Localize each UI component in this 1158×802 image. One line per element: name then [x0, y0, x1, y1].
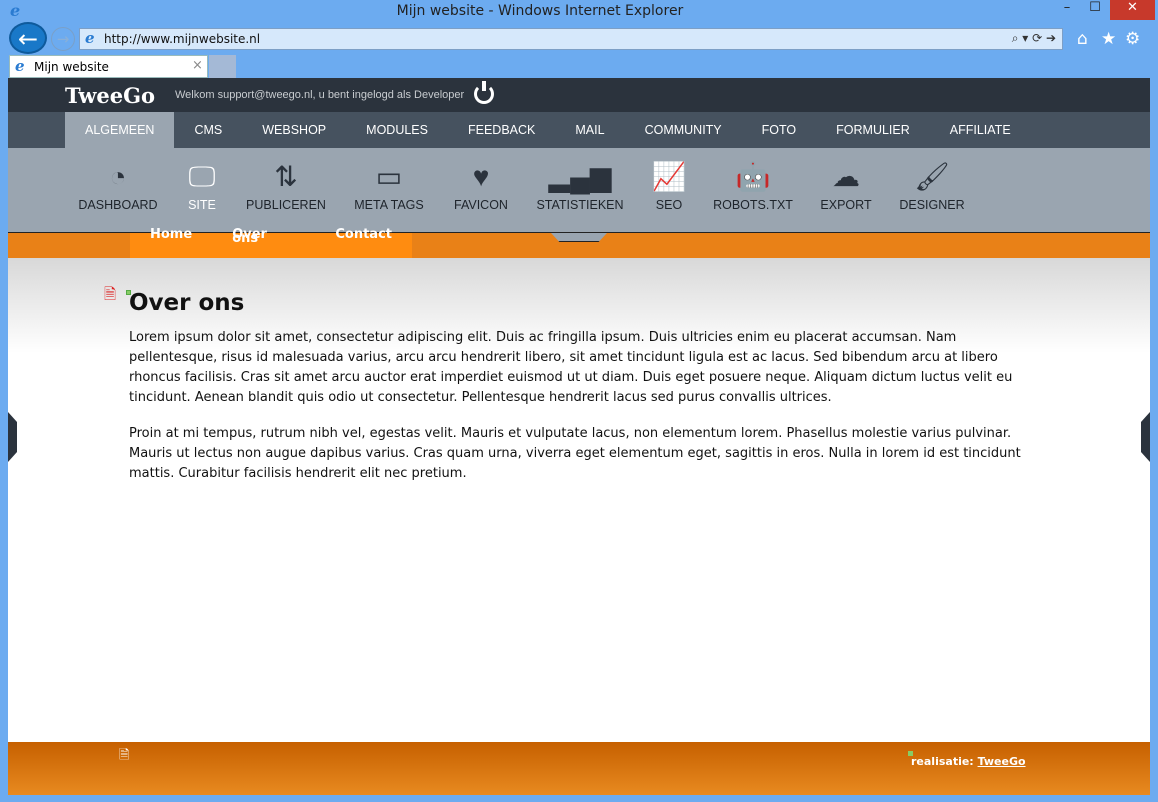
- minimize-button[interactable]: –: [1052, 0, 1082, 20]
- url-input[interactable]: http://www.mijnwebsite.nl: [104, 32, 260, 46]
- settings-gear-icon[interactable]: ⚙: [1125, 29, 1140, 49]
- nav-tab-community[interactable]: COMMUNITY: [625, 112, 742, 148]
- credit: realisatie: TweeGo: [911, 755, 1026, 768]
- up-down-arrows-icon: ⇅: [274, 161, 298, 192]
- footer: 🗎 realisatie: TweeGo: [8, 742, 1150, 795]
- web-page: TweeGo Welkom support@tweego.nl, u bent …: [8, 78, 1150, 795]
- active-tool-caret: [551, 233, 607, 242]
- content-area: 🗎 Over ons Lorem ipsum dolor sit amet, c…: [8, 258, 1150, 742]
- browser-tab[interactable]: e Mijn website ×: [9, 55, 208, 78]
- tweego-logo[interactable]: TweeGo: [65, 83, 155, 108]
- tab-label: Mijn website: [34, 60, 109, 74]
- cms-header: TweeGo Welkom support@tweego.nl, u bent …: [8, 78, 1150, 112]
- ie-icon: e: [15, 57, 25, 75]
- tool-publiceren[interactable]: ⇅ PUBLICEREN: [226, 158, 346, 212]
- address-bar[interactable]: e http://www.mijnwebsite.nl ⌕ ▾ ⟳ ➔: [79, 28, 1063, 50]
- maximize-button[interactable]: ☐: [1080, 0, 1110, 20]
- nav-tab-modules[interactable]: MODULES: [346, 112, 448, 148]
- close-button[interactable]: ✕: [1110, 0, 1155, 20]
- forward-button[interactable]: →: [51, 27, 75, 51]
- nav-tab-formulier[interactable]: FORMULIER: [816, 112, 930, 148]
- home-icon[interactable]: ⌂: [1077, 29, 1088, 49]
- site-menu-over-ons[interactable]: Over ons: [212, 228, 315, 245]
- favorites-star-icon[interactable]: ★: [1101, 29, 1116, 49]
- site-menu: Home Over ons Contact: [130, 228, 412, 258]
- new-tab-button[interactable]: [209, 55, 236, 78]
- power-logout-icon[interactable]: [474, 81, 494, 104]
- welcome-text: Welkom support@tweego.nl, u bent ingelog…: [175, 89, 465, 101]
- nav-tab-webshop[interactable]: WEBSHOP: [242, 112, 346, 148]
- tool-bar: ◔ DASHBOARD 🖵 SITE ⇅ PUBLICEREN ▭ META TAGS ♥ FAV…: [8, 148, 1150, 233]
- tab-close-icon[interactable]: ×: [192, 58, 203, 73]
- credit-prefix: realisatie:: [911, 755, 974, 768]
- footer-page-icon[interactable]: 🗎: [119, 746, 129, 768]
- nav-tab-cms[interactable]: CMS: [174, 112, 242, 148]
- page-title: Over ons: [129, 290, 245, 316]
- edit-page-icon[interactable]: 🗎: [104, 284, 116, 309]
- site-menu-home[interactable]: Home: [130, 228, 212, 243]
- nav-tab-algemeen[interactable]: ALGEMEEN: [65, 112, 175, 148]
- nav-tab-foto[interactable]: FOTO: [742, 112, 817, 148]
- brush-icon: 🖌: [914, 161, 950, 192]
- ie-icon: e: [85, 29, 95, 47]
- tool-designer[interactable]: 🖌 DESIGNER: [872, 158, 992, 212]
- window-title: Mijn website - Windows Internet Explorer: [396, 3, 684, 19]
- site-menu-bar: Home Over ons Contact: [8, 228, 1150, 258]
- tool-label: DESIGNER: [899, 198, 965, 212]
- back-button[interactable]: ←: [9, 22, 47, 54]
- paragraph: Lorem ipsum dolor sit amet, consectetur …: [129, 330, 1013, 405]
- paragraph: Proin at mi tempus, rutrum nibh vel, ege…: [129, 426, 1021, 481]
- search-refresh-icons[interactable]: ⌕ ▾ ⟳ ➔: [1012, 31, 1056, 46]
- tool-label: PUBLICEREN: [246, 198, 326, 212]
- credit-link[interactable]: TweeGo: [978, 755, 1026, 768]
- nav-tab-mail[interactable]: MAIL: [555, 112, 624, 148]
- nav-tab-affiliate[interactable]: AFFILIATE: [930, 112, 1031, 148]
- title-bar: e Mijn website - Windows Internet Explor…: [0, 0, 1158, 22]
- site-menu-contact[interactable]: Contact: [315, 228, 412, 243]
- main-nav: ALGEMEEN CMS WEBSHOP MODULES FEEDBACK MAIL COM…: [8, 112, 1150, 148]
- nav-tab-feedback[interactable]: FEEDBACK: [448, 112, 555, 148]
